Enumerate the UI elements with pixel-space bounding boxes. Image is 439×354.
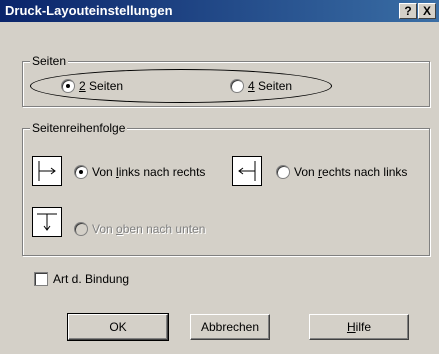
- bindung-checkbox[interactable]: [34, 272, 48, 286]
- title-bar: Druck-Layouteinstellungen ? X: [0, 0, 439, 22]
- ok-button[interactable]: OK: [67, 313, 169, 341]
- seitenreihenfolge-group: [22, 128, 430, 256]
- arrow-right-icon: [32, 156, 62, 186]
- radio-von-rechts-nach-links[interactable]: [276, 165, 290, 179]
- label-4-seiten[interactable]: 4 Seiten: [248, 79, 292, 93]
- seitenreihenfolge-legend: Seitenreihenfolge: [30, 121, 128, 135]
- radio-4-seiten[interactable]: [230, 79, 244, 93]
- seiten-legend: Seiten: [30, 54, 69, 68]
- help-title-button[interactable]: ?: [399, 3, 417, 19]
- radio-von-links-nach-rechts[interactable]: [74, 165, 88, 179]
- label-von-rechts-nach-links[interactable]: Von rechts nach links: [294, 165, 407, 179]
- label-von-links-nach-rechts[interactable]: Von links nach rechts: [92, 165, 205, 179]
- abbrechen-button[interactable]: Abbrechen: [190, 314, 270, 340]
- label-von-oben-nach-unten[interactable]: Von oben nach unten: [92, 222, 205, 236]
- arrow-left-icon: [232, 156, 262, 186]
- radio-von-oben-nach-unten[interactable]: [74, 222, 88, 236]
- radio-2-seiten[interactable]: [61, 79, 75, 93]
- window-title: Druck-Layouteinstellungen: [5, 3, 173, 18]
- label-2-seiten[interactable]: 2 Seiten: [79, 79, 123, 93]
- bindung-label[interactable]: Art d. Bindung: [53, 272, 129, 286]
- close-title-button[interactable]: X: [418, 3, 436, 19]
- hilfe-button[interactable]: Hilfe: [309, 314, 409, 340]
- arrow-down-icon: [32, 207, 62, 237]
